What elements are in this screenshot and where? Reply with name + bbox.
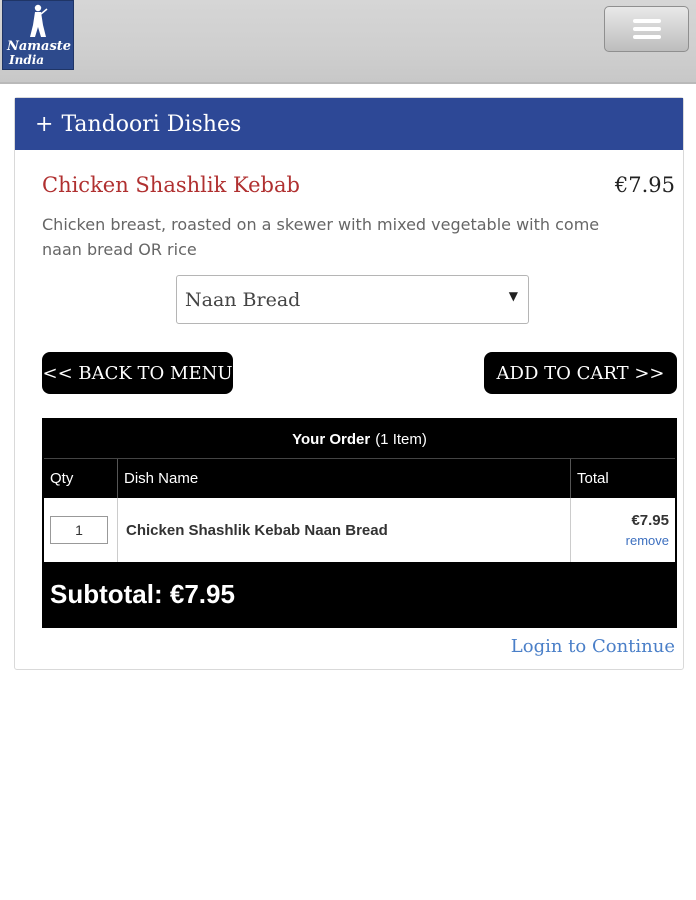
logo-text-line2: India bbox=[9, 53, 45, 67]
remove-link[interactable]: remove bbox=[626, 533, 669, 548]
order-table-header: Qty Dish Name Total bbox=[44, 458, 675, 498]
dropdown-caret-icon: ▼ bbox=[508, 289, 518, 303]
order-dish-name: Chicken Shashlik Kebab Naan Bread bbox=[118, 498, 571, 562]
category-header[interactable]: + Tandoori Dishes bbox=[15, 98, 683, 150]
dish-price: €7.95 bbox=[614, 173, 675, 197]
order-subtotal: Subtotal: €7.95 bbox=[44, 562, 675, 626]
expand-toggle[interactable]: + bbox=[35, 112, 53, 137]
column-header-dish-name: Dish Name bbox=[118, 459, 571, 498]
order-summary-table: Your Order (1 Item) Qty Dish Name Total … bbox=[42, 418, 677, 628]
menu-icon-bar bbox=[632, 35, 661, 39]
menu-icon bbox=[632, 19, 661, 23]
order-title-text: Your Order bbox=[292, 430, 371, 448]
column-header-total: Total bbox=[577, 470, 609, 487]
table-row: 1 Chicken Shashlik Kebab Naan Bread €7.9… bbox=[44, 498, 675, 562]
menu-icon-bar bbox=[632, 27, 661, 31]
back-to-menu-button[interactable]: << BACK TO MENU bbox=[42, 352, 233, 394]
dish-card: + Tandoori Dishes Chicken Shashlik Kebab… bbox=[14, 97, 684, 670]
order-title: Your Order (1 Item) bbox=[44, 420, 675, 458]
category-title: Tandoori Dishes bbox=[61, 111, 242, 137]
logo-text-line1: Namaste bbox=[7, 39, 72, 54]
top-bar: Namaste India bbox=[0, 0, 696, 84]
side-option-value: Naan Bread bbox=[185, 288, 301, 311]
site-logo[interactable]: Namaste India bbox=[2, 0, 74, 70]
order-row-total: €7.95 bbox=[631, 512, 669, 529]
add-to-cart-button[interactable]: ADD TO CART >> bbox=[484, 352, 677, 394]
menu-button[interactable] bbox=[604, 6, 689, 52]
dish-name: Chicken Shashlik Kebab bbox=[42, 173, 300, 197]
side-option-select[interactable]: Naan Bread ▼ bbox=[176, 275, 529, 324]
dish-description: Chicken breast, roasted on a skewer with… bbox=[42, 215, 600, 259]
login-to-continue-link[interactable]: Login to Continue bbox=[511, 636, 675, 657]
column-header-qty: Qty bbox=[44, 459, 118, 498]
logo-figure-icon bbox=[30, 4, 48, 37]
quantity-input[interactable]: 1 bbox=[50, 516, 108, 544]
order-item-count: (1 Item) bbox=[375, 430, 427, 448]
